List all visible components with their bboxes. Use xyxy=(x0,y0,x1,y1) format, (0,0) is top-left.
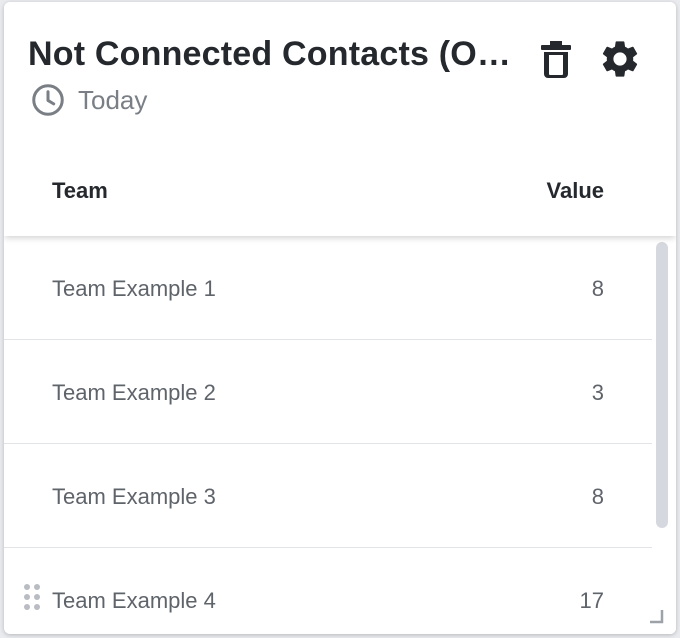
trash-icon xyxy=(541,41,571,78)
resize-handle-icon[interactable] xyxy=(646,606,664,624)
settings-button[interactable] xyxy=(596,35,644,83)
table-body: Team Example 1 8 Team Example 2 3 Team E… xyxy=(4,236,652,634)
widget-card: Not Connected Contacts (Outbound) Today … xyxy=(4,2,676,634)
widget-header: Not Connected Contacts (Outbound) Today … xyxy=(4,2,676,236)
team-cell: Team Example 1 xyxy=(52,276,216,301)
team-cell: Team Example 4 xyxy=(52,588,216,613)
time-period-label: Today xyxy=(78,84,148,115)
table-row: Team Example 2 3 xyxy=(4,340,652,444)
team-cell: Team Example 3 xyxy=(52,484,216,509)
delete-button[interactable] xyxy=(534,36,578,84)
time-period: Today xyxy=(30,82,147,118)
widget-title: Not Connected Contacts (Outbound) xyxy=(28,35,518,73)
value-cell: 3 xyxy=(591,380,604,405)
table-row: Team Example 1 8 xyxy=(4,236,652,340)
drag-handle-icon[interactable] xyxy=(22,582,42,614)
scrollbar-thumb[interactable] xyxy=(656,242,668,528)
value-cell: 17 xyxy=(579,588,604,613)
column-header-value[interactable]: Value xyxy=(547,178,604,204)
table-row: Team Example 4 17 xyxy=(4,548,652,634)
column-header-team[interactable]: Team xyxy=(52,178,108,204)
value-cell: 8 xyxy=(591,484,604,509)
vertical-scrollbar[interactable] xyxy=(652,236,676,634)
value-cell: 8 xyxy=(591,276,604,301)
gear-icon xyxy=(602,41,638,77)
clock-icon xyxy=(32,84,64,116)
table-row: Team Example 3 8 xyxy=(4,444,652,548)
team-cell: Team Example 2 xyxy=(52,380,216,405)
